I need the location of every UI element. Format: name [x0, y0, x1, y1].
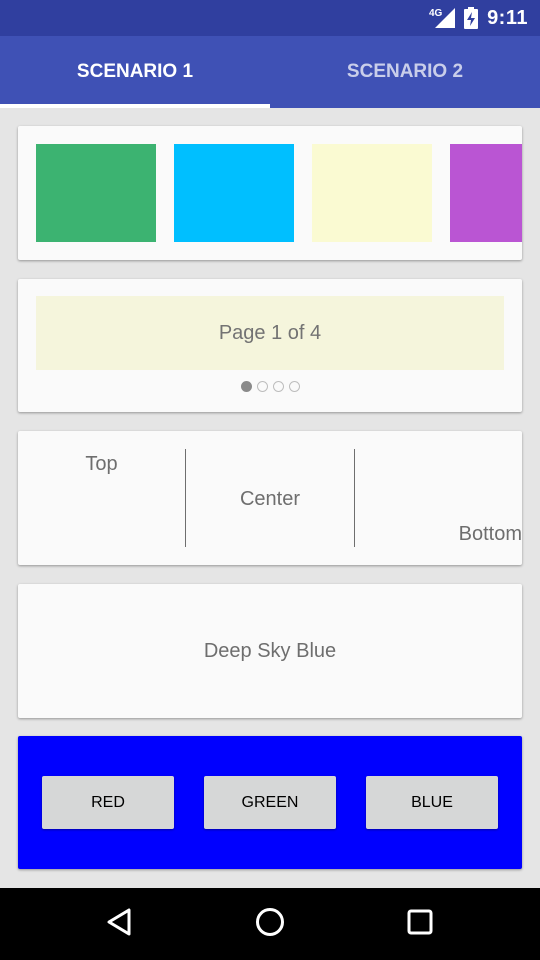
swatch-deep-sky-blue[interactable]: [174, 144, 294, 242]
tab-scenario-2-label: SCENARIO 2: [346, 61, 464, 82]
signal-4g-icon: 4G: [429, 6, 456, 30]
status-bar: 4G 9:11: [0, 0, 540, 36]
page-label: Page 1 of 4: [218, 321, 322, 344]
pager-card: Page 1 of 4: [18, 279, 522, 412]
page-dot-1[interactable]: [240, 381, 252, 392]
alignment-card: Top Center Bottom: [18, 431, 522, 565]
page-dot-4[interactable]: [288, 381, 300, 392]
blue-button[interactable]: BLUE: [366, 776, 498, 829]
green-button[interactable]: GREEN: [204, 776, 336, 829]
green-button-label: GREEN: [241, 793, 299, 811]
battery-charging-icon: [463, 6, 479, 30]
page-view[interactable]: Page 1 of 4: [36, 296, 504, 370]
tab-bar: SCENARIO 1 SCENARIO 2: [0, 36, 540, 108]
home-button[interactable]: [210, 888, 330, 960]
status-time: 9:11: [487, 6, 528, 29]
red-button-label: RED: [91, 793, 125, 811]
network-label: 4G: [429, 8, 443, 19]
tab-indicator: [0, 104, 270, 108]
tab-scenario-1-label: SCENARIO 1: [76, 61, 194, 82]
top-label: Top: [85, 453, 118, 475]
red-button[interactable]: RED: [42, 776, 174, 829]
tab-scenario-2[interactable]: SCENARIO 2: [270, 36, 540, 108]
home-icon: [254, 906, 286, 943]
tab-scenario-1[interactable]: SCENARIO 1: [0, 36, 270, 108]
swatch-carousel-card[interactable]: [18, 126, 522, 260]
back-icon: [105, 907, 135, 942]
bottom-label: Bottom: [458, 523, 522, 545]
back-button[interactable]: [60, 888, 180, 960]
color-name-card: Deep Sky Blue: [18, 584, 522, 718]
recents-icon: [406, 908, 434, 941]
center-label: Center: [239, 488, 301, 510]
navigation-bar: [0, 888, 540, 960]
status-icons: 4G 9:11: [429, 0, 528, 36]
page-dot-3[interactable]: [272, 381, 284, 392]
page-dot-2[interactable]: [256, 381, 268, 392]
swatch-light-goldenrod[interactable]: [312, 144, 432, 242]
color-name-label: Deep Sky Blue: [203, 639, 337, 662]
page-indicator: [18, 381, 522, 392]
color-buttons-panel: RED GREEN BLUE: [18, 736, 522, 869]
recents-button[interactable]: [360, 888, 480, 960]
swatch-medium-orchid[interactable]: [450, 144, 522, 242]
swatch-medium-sea-green[interactable]: [36, 144, 156, 242]
blue-button-label: BLUE: [411, 793, 453, 811]
